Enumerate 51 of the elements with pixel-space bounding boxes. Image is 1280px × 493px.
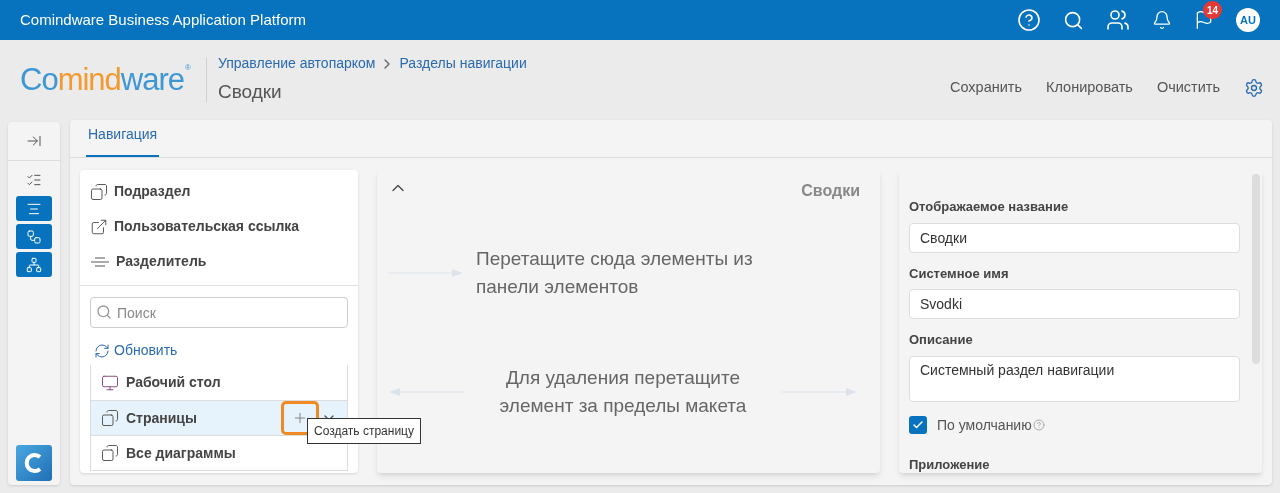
checklist-icon: [26, 172, 42, 188]
tab[interactable]: Навигация: [86, 124, 160, 157]
bell-icon[interactable]: [1152, 10, 1172, 30]
monitor-icon: [101, 373, 119, 392]
tooltip: Создать страницу: [307, 418, 421, 444]
copy-icon: [101, 444, 119, 462]
user-avatar[interactable]: AU: [1236, 8, 1260, 32]
plus-icon: [292, 410, 308, 426]
settings-icon[interactable]: [1244, 78, 1264, 98]
checkbox-label: По умолчанию: [937, 415, 1032, 435]
search-icon: [96, 304, 112, 320]
rail-button[interactable]: [16, 196, 52, 221]
palette-item[interactable]: Подраздел: [114, 181, 191, 202]
search-icon[interactable]: [1063, 9, 1084, 31]
field-label: Приложение: [909, 455, 991, 473]
logo: Comindware®: [20, 58, 207, 102]
field-label: Описание: [909, 331, 974, 349]
toolbar-button[interactable]: Очистить: [1156, 77, 1220, 99]
text-field[interactable]: Svodki: [909, 289, 1240, 319]
app-title: Comindware Business Application Platform: [20, 9, 306, 30]
text-field[interactable]: Сводки: [909, 222, 1240, 253]
notification-badge: 14: [1203, 1, 1223, 19]
page-title: Сводки: [217, 80, 283, 105]
description-field[interactable]: Системный раздел навигации: [909, 355, 1240, 402]
rail-button[interactable]: [16, 224, 52, 249]
copy-icon: [90, 182, 108, 201]
breadcrumb-link[interactable]: Управление автопарком: [217, 53, 376, 75]
collapse-icon: [26, 133, 42, 149]
toolbar-button[interactable]: Сохранить: [949, 77, 1022, 99]
drop-hint: Перетащите сюда элементы из панели элементов: [476, 247, 754, 299]
refresh-button[interactable]: Обновить: [80, 340, 358, 361]
canvas-title: Сводки: [801, 181, 860, 201]
check-icon: [912, 419, 924, 431]
copy-icon: [101, 409, 119, 427]
palette-item[interactable]: Разделитель: [116, 251, 207, 272]
field-label: Отображаемое название: [909, 198, 1070, 216]
diagram-icon: [26, 228, 42, 245]
users-icon[interactable]: [1106, 8, 1130, 32]
hierarchy-icon: [26, 256, 42, 273]
toolbar-button[interactable]: Клонировать: [1046, 77, 1133, 99]
divider-icon: [90, 255, 110, 268]
refresh-icon: [94, 342, 110, 359]
search-field[interactable]: Поиск: [90, 297, 348, 328]
rail-button[interactable]: [16, 252, 52, 277]
app-logo-icon[interactable]: [16, 445, 52, 481]
checkbox[interactable]: [909, 416, 927, 434]
breadcrumb-link[interactable]: Разделы навигации: [399, 53, 527, 75]
external-link-icon: [90, 217, 108, 236]
delete-hint: Для удаления перетащите элемент за пределы макета: [498, 366, 748, 418]
field-label: Системное имя: [909, 264, 1010, 283]
palette-item[interactable]: Пользовательская ссылка: [114, 216, 300, 237]
